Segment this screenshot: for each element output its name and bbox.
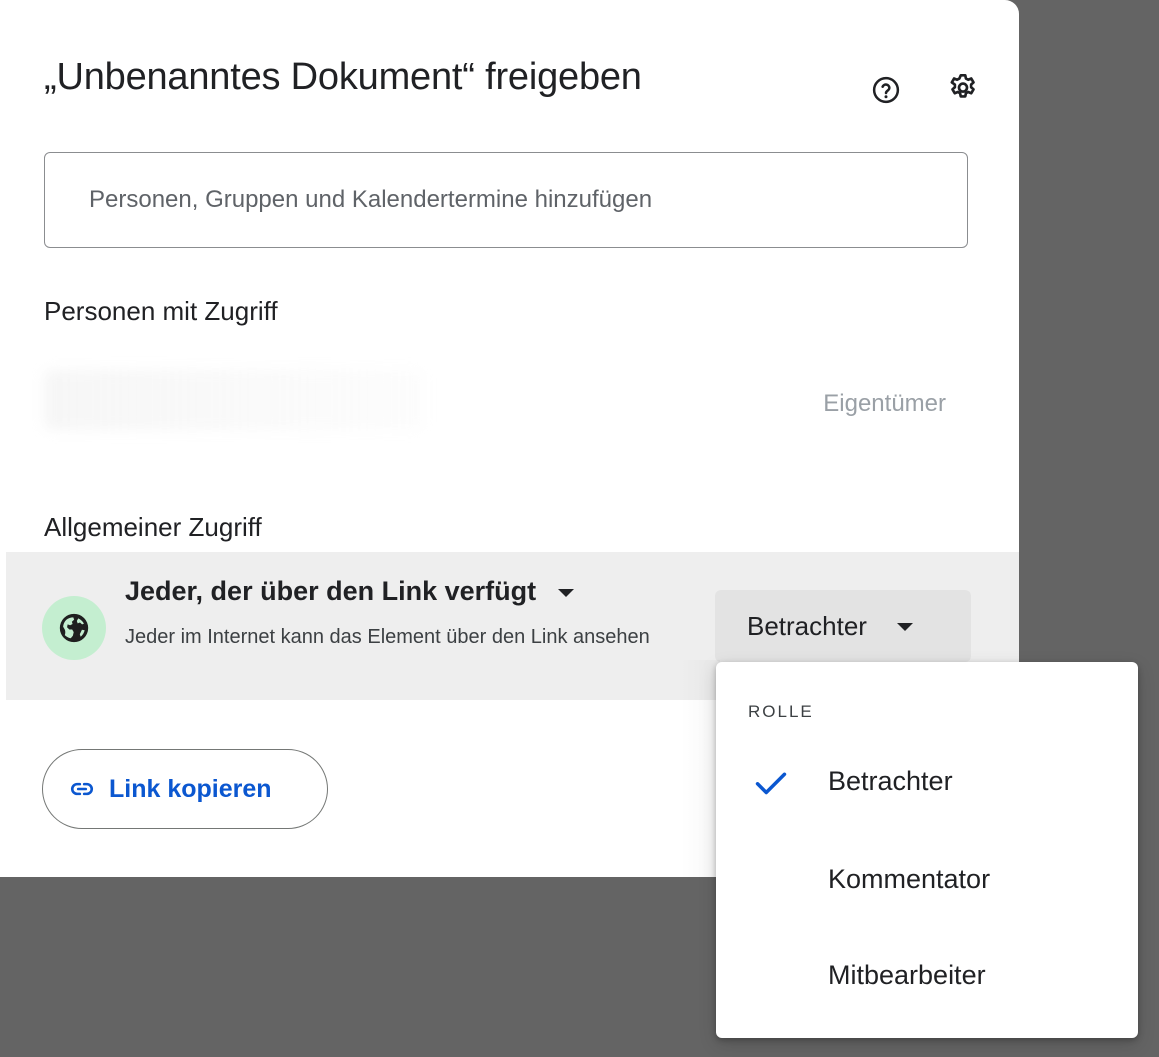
- general-access-heading: Allgemeiner Zugriff: [44, 512, 262, 542]
- add-people-input[interactable]: [44, 152, 968, 248]
- role-option-label: Kommentator: [828, 864, 991, 894]
- owner-role-label: Eigentümer: [823, 390, 946, 417]
- role-option-label: Betrachter: [828, 766, 953, 796]
- role-option-editor[interactable]: Mitbearbeiter: [716, 934, 1138, 1018]
- dialog-title: „Unbenanntes Dokument“ freigeben: [44, 56, 642, 98]
- globe-icon: [42, 596, 106, 660]
- link-icon: [71, 782, 93, 796]
- owner-row: Eigentümer: [44, 360, 974, 450]
- general-access-value: Jeder, der über den Link verfügt: [125, 576, 537, 606]
- gear-icon[interactable]: [942, 67, 984, 109]
- role-option-label: Mitbearbeiter: [828, 960, 986, 990]
- role-option-commenter[interactable]: Kommentator: [716, 838, 1138, 922]
- copy-link-label: Link kopieren: [109, 774, 272, 803]
- general-access-dropdown[interactable]: Jeder, der über den Link verfügt: [125, 576, 575, 607]
- role-dropdown[interactable]: Betrachter: [715, 590, 971, 662]
- dropdown-arrow-icon: [558, 588, 575, 597]
- redacted-owner-info: [44, 370, 424, 430]
- general-access-description: Jeder im Internet kann das Element über …: [125, 626, 650, 648]
- people-with-access-heading: Personen mit Zugriff: [44, 296, 278, 326]
- check-icon: [755, 772, 787, 795]
- menu-shadow: [680, 660, 720, 880]
- help-icon[interactable]: [866, 70, 906, 110]
- dropdown-arrow-icon: [896, 623, 913, 631]
- copy-link-button[interactable]: Link kopieren: [42, 749, 328, 829]
- role-dropdown-value: Betrachter: [747, 610, 867, 641]
- role-menu: ROLLE Betrachter Kommentator Mitbearbeit…: [716, 662, 1138, 1038]
- role-option-viewer[interactable]: Betrachter: [716, 740, 1138, 824]
- role-menu-header: ROLLE: [748, 702, 814, 721]
